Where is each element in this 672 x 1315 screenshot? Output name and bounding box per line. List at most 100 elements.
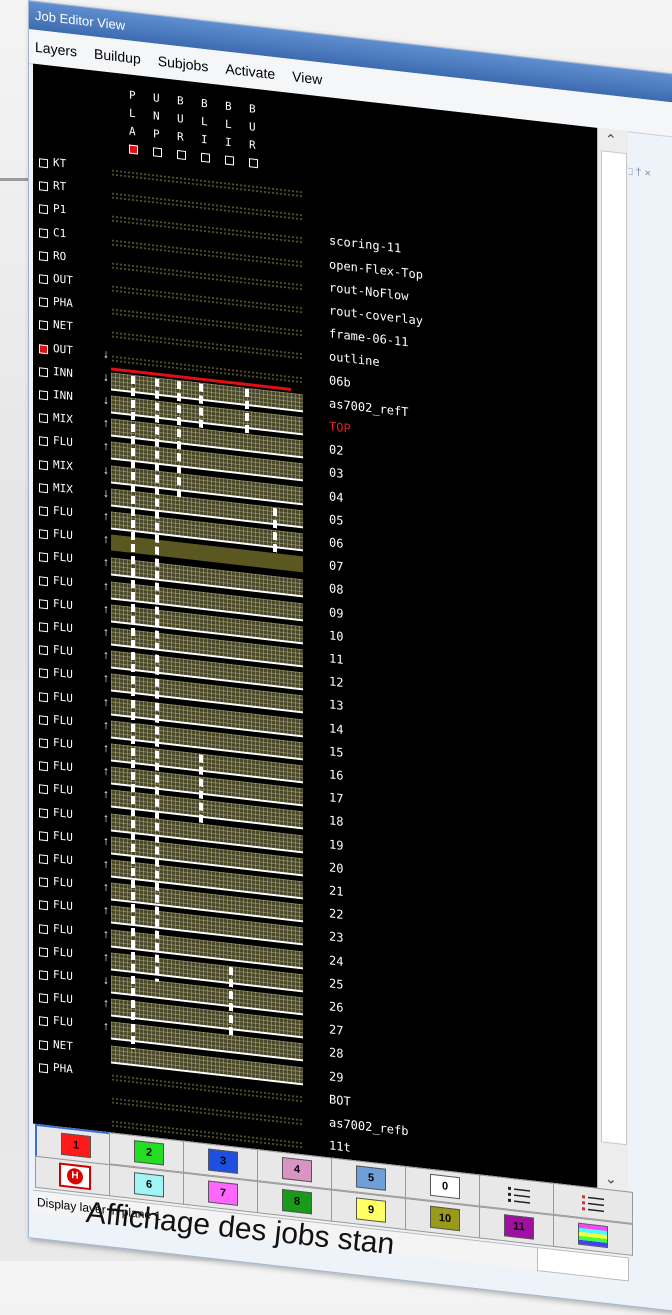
layer-direction-arrow: ↑ xyxy=(103,786,109,802)
layer-name-label: 15 xyxy=(329,744,344,760)
layer-stack-canvas[interactable]: P L A U N P B U R B L I B L I B U R KT RT P1 scoring-11 C1 open… xyxy=(33,63,597,1188)
column-toggle-checkbox[interactable] xyxy=(249,158,258,169)
menu-activate[interactable]: Activate xyxy=(225,60,275,82)
layer-visibility-checkbox[interactable] xyxy=(39,645,48,656)
layer-visibility-checkbox[interactable] xyxy=(39,181,48,192)
column-header-letter: B xyxy=(249,102,256,116)
layer-visibility-checkbox[interactable] xyxy=(39,1063,48,1074)
layer-visibility-checkbox[interactable] xyxy=(39,529,48,540)
layer-type-label: FLU xyxy=(53,527,73,543)
scroll-down-icon[interactable]: ⌄ xyxy=(605,1170,617,1188)
layer-type-label: FLU xyxy=(53,875,73,891)
layer-visibility-checkbox[interactable] xyxy=(39,1039,48,1050)
layer-direction-arrow: ↑ xyxy=(103,578,109,593)
layer-direction-arrow: ↓ xyxy=(103,972,109,988)
vertical-scrollbar[interactable]: ⌃ ⌄ xyxy=(597,127,628,1192)
column-header-letter: N xyxy=(153,109,160,123)
layer-visibility-checkbox[interactable] xyxy=(39,691,48,702)
layer-name-label: 12 xyxy=(329,674,344,691)
layer-visibility-checkbox[interactable] xyxy=(39,204,48,215)
scroll-up-icon[interactable]: ⌃ xyxy=(605,131,617,149)
column-header-letter: I xyxy=(201,132,208,147)
layer-visibility-checkbox[interactable] xyxy=(39,761,48,772)
layer-type-label: FLU xyxy=(53,643,73,659)
layer-visibility-checkbox[interactable] xyxy=(39,320,48,331)
layer-visibility-checkbox[interactable] xyxy=(39,738,48,749)
layer-visibility-checkbox[interactable] xyxy=(39,599,48,610)
layer-visibility-checkbox[interactable] xyxy=(39,575,48,586)
column-header-letter: P xyxy=(153,127,160,141)
layer-visibility-checkbox[interactable] xyxy=(39,483,48,494)
layer-name-label: 14 xyxy=(329,720,344,737)
column-toggle-checkbox[interactable] xyxy=(153,147,162,158)
via-span xyxy=(229,966,233,1037)
menu-layers[interactable]: Layers xyxy=(35,39,77,60)
layer-visibility-checkbox[interactable] xyxy=(39,622,48,633)
layer-name-label: 22 xyxy=(329,906,344,923)
layer-visibility-checkbox[interactable] xyxy=(39,1016,48,1027)
column-toggle-checkbox[interactable] xyxy=(225,155,234,166)
layer-direction-arrow: ↑ xyxy=(103,856,109,872)
layer-visibility-checkbox[interactable] xyxy=(39,715,48,726)
layer-visibility-checkbox[interactable] xyxy=(39,227,48,238)
layer-direction-arrow: ↑ xyxy=(103,879,109,895)
layer-name-label: 13 xyxy=(329,697,344,714)
layer-name-label: 09 xyxy=(329,604,344,621)
layer-visibility-checkbox[interactable] xyxy=(39,343,48,354)
layer-type-label: RT xyxy=(53,179,67,194)
layer-visibility-checkbox[interactable] xyxy=(39,436,48,447)
layer-visibility-checkbox[interactable] xyxy=(39,158,48,169)
column-toggle-checkbox[interactable] xyxy=(201,152,210,163)
menu-buildup[interactable]: Buildup xyxy=(94,46,141,67)
layer-type-label: FLU xyxy=(53,573,73,589)
layer-visibility-checkbox[interactable] xyxy=(39,831,48,842)
layer-visibility-checkbox[interactable] xyxy=(39,413,48,424)
layer-visibility-checkbox[interactable] xyxy=(39,459,48,470)
layer-visibility-checkbox[interactable] xyxy=(39,251,48,262)
layer-visibility-checkbox[interactable] xyxy=(39,807,48,818)
layer-direction-arrow: ↓ xyxy=(103,462,109,477)
layer-visibility-checkbox[interactable] xyxy=(39,668,48,679)
layer-visibility-checkbox[interactable] xyxy=(39,784,48,795)
layer-type-label: INN xyxy=(53,387,73,404)
layer-name-label: outline xyxy=(329,349,380,370)
menu-view[interactable]: View xyxy=(292,68,322,87)
layer-visibility-checkbox[interactable] xyxy=(39,923,48,934)
layer-name-label: 18 xyxy=(329,813,344,830)
layer-visibility-checkbox[interactable] xyxy=(39,506,48,517)
column-toggle-checkbox[interactable] xyxy=(177,149,186,161)
menu-subjobs[interactable]: Subjobs xyxy=(158,53,209,75)
layer-name-label: 29 xyxy=(329,1068,344,1085)
via-span xyxy=(199,383,203,431)
layer-visibility-checkbox[interactable] xyxy=(39,993,48,1004)
layer-type-label: RO xyxy=(53,248,67,264)
layer-visibility-checkbox[interactable] xyxy=(39,390,48,401)
scroll-thumb[interactable] xyxy=(601,150,627,1146)
layer-visibility-checkbox[interactable] xyxy=(39,947,48,958)
column-header-letter: U xyxy=(177,111,184,126)
layer-direction-arrow: ↑ xyxy=(103,995,109,1011)
layer-direction-arrow: ↑ xyxy=(103,833,109,849)
layer-visibility-checkbox[interactable] xyxy=(39,367,48,378)
layer-name-label: 11 xyxy=(329,651,344,667)
column-header-letter: L xyxy=(129,106,136,121)
layer-name-label: 24 xyxy=(329,952,344,969)
layer-direction-arrow: ↑ xyxy=(103,508,109,524)
via-span xyxy=(273,507,277,555)
layer-direction-arrow: ↑ xyxy=(103,531,109,547)
layer-visibility-checkbox[interactable] xyxy=(39,297,48,308)
layer-visibility-checkbox[interactable] xyxy=(39,274,48,285)
layer-visibility-checkbox[interactable] xyxy=(39,970,48,981)
layer-visibility-checkbox[interactable] xyxy=(39,877,48,888)
via-span xyxy=(199,754,203,825)
layer-type-label: FLU xyxy=(53,898,73,914)
layer-visibility-checkbox[interactable] xyxy=(39,900,48,911)
window-controls[interactable]: □ † × xyxy=(626,165,651,180)
layer-name-label: 27 xyxy=(329,1022,344,1039)
column-toggle-checkbox[interactable] xyxy=(129,144,138,155)
column-header-letter: L xyxy=(225,117,232,132)
layer-name-label: 23 xyxy=(329,929,344,946)
layer-visibility-checkbox[interactable] xyxy=(39,854,48,865)
layer-visibility-checkbox[interactable] xyxy=(39,552,48,563)
layer-name-label: 20 xyxy=(329,860,344,876)
